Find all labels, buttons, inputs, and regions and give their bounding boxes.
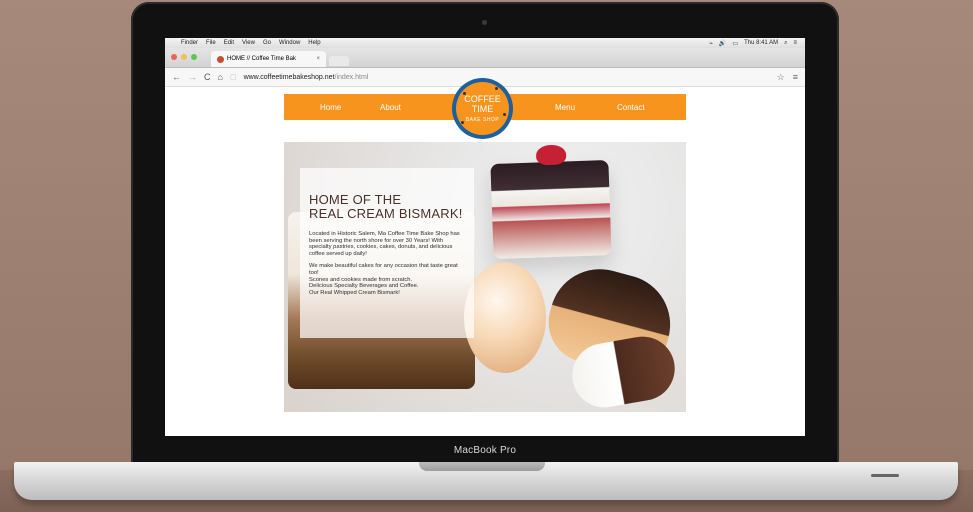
hero-copy: Located in Historic Salem, Ma Coffee Tim… [309,231,466,296]
reload-icon[interactable]: C [204,72,211,82]
url-domain: www.coffeetimebakeshop.net [243,73,335,81]
browser-tabbar: HOME // Coffee Time Bak × [165,48,805,68]
mac-menubar: Finder File Edit View Go Window Help ⌁ 🔊… [165,38,805,48]
headline-line-2: REAL CREAM BISMARK! [309,206,463,221]
menu-help[interactable]: Help [308,40,320,46]
battery-icon[interactable]: ▭ [732,40,738,47]
clock-text[interactable]: Thu 8:41 AM [744,40,778,47]
strawberry-icon [535,144,567,166]
menubar-status: ⌁ 🔊 ▭ Thu 8:41 AM ⌕ ≡ [709,40,797,47]
nav-about[interactable]: About [380,103,401,112]
logo-dot-icon [495,87,498,90]
menu-file[interactable]: File [206,40,216,46]
logo-line-1: COFFEE [464,93,501,104]
logo-dot-icon [503,113,506,116]
minimize-window-button[interactable] [181,54,187,60]
hero-paragraph-1: Located in Historic Salem, Ma Coffee Tim… [309,231,460,257]
layer-cake-image [490,144,612,260]
home-icon[interactable]: ⌂ [218,72,223,82]
zoom-window-button[interactable] [191,54,197,60]
browser-tab[interactable]: HOME // Coffee Time Bak × [211,51,326,67]
wifi-icon[interactable]: ⌁ [709,40,713,47]
hamburger-menu-icon[interactable]: ≡ [793,72,798,83]
hero-banner: HOME OF THE REAL CREAM BISMARK! Located … [284,142,686,412]
logo-dot-icon [461,121,464,124]
menu-finder[interactable]: Finder [181,40,198,46]
volume-icon[interactable]: 🔊 [719,40,726,47]
camera-dot [482,20,487,25]
address-actions: ☆ ≡ [777,72,798,83]
url-field[interactable]: www.coffeetimebakeshop.net/index.html [244,74,369,81]
logo-line-3: BAKE SHOP [465,116,500,123]
menu-go[interactable]: Go [263,40,271,46]
logo-line-2: TIME [471,103,494,114]
hero-line-5: Our Real Whipped Cream Bismark! [309,289,400,296]
nav-home[interactable]: Home [320,103,341,112]
close-tab-icon[interactable]: × [316,56,320,62]
nav-menu[interactable]: Menu [555,103,575,112]
nav-contact[interactable]: Contact [617,103,645,112]
menu-edit[interactable]: Edit [224,40,234,46]
close-window-button[interactable] [171,54,177,60]
drive-slot [871,474,899,477]
device-label: MacBook Pro [453,445,517,456]
page-icon: ▢ [229,74,237,81]
url-path: /index.html [334,73,369,81]
hero-line-4: Delicious Specialty Beverages and Coffee… [309,283,419,290]
laptop-screen: Finder File Edit View Go Window Help ⌁ 🔊… [165,38,805,436]
lid-notch [419,462,545,471]
logo-dot-icon [463,92,466,95]
window-controls [171,54,197,60]
website-page: Home About Menu Contact COFFEE TIME BAKE… [165,78,805,436]
back-icon[interactable]: ← [172,72,181,82]
tab-title: HOME // Coffee Time Bak [227,56,296,62]
donut-image [464,262,546,373]
star-icon[interactable]: ☆ [777,72,785,83]
menu-window[interactable]: Window [279,40,300,46]
search-icon[interactable]: ⌕ [784,40,787,47]
new-tab-button[interactable] [329,56,349,66]
site-favicon-icon [217,55,224,63]
logo-badge: COFFEE TIME BAKE SHOP [456,82,509,135]
menu-icon[interactable]: ≡ [793,40,797,47]
hero-headline: HOME OF THE REAL CREAM BISMARK! [309,193,463,221]
headline-line-1: HOME OF THE [309,192,402,207]
laptop-base [14,462,958,500]
hero-line-3: Scones and cookies made from scratch. [309,276,413,283]
laptop-lid: Finder File Edit View Go Window Help ⌁ 🔊… [131,2,839,470]
forward-icon[interactable]: → [188,72,197,82]
hero-paragraph-2: We make beautiful cakes for any occasion… [309,263,458,276]
site-logo[interactable]: COFFEE TIME BAKE SHOP [452,78,513,139]
menu-view[interactable]: View [242,40,255,46]
